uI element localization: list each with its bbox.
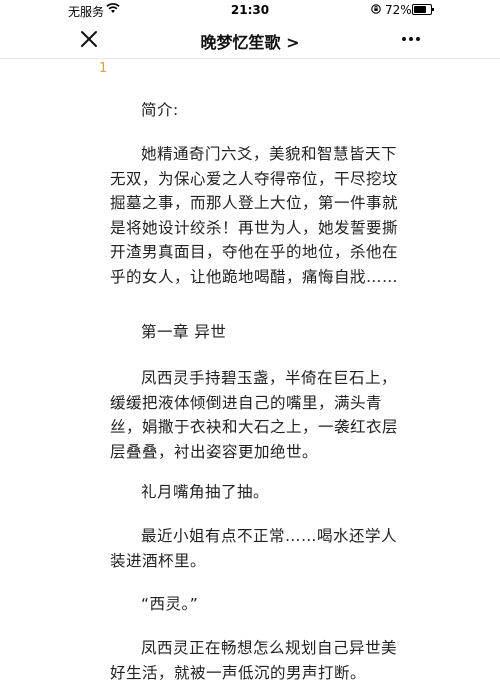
battery-icon: [412, 4, 434, 15]
intro-text: 她精通奇门六爻，美貌和智慧皆天下无双，为保心爱之人夺得帝位，干尽挖坟掘墓之事，而…: [110, 145, 399, 286]
status-bar: 无服务 21:30 72%: [0, 0, 500, 20]
more-icon[interactable]: [400, 30, 422, 48]
chapter-title: 第一章 异世: [141, 323, 227, 341]
nav-bar: 晚梦忆笙歌 >: [0, 20, 500, 59]
battery-fill: [414, 6, 426, 13]
paragraph: 凤西灵手持碧玉盏，半倚在巨石上，缓缓把液体倾倒进自己的嘴里，满头青丝，娟撒于衣袂…: [110, 369, 399, 461]
intro-label: 简介:: [141, 101, 179, 119]
orientation-lock-icon: [371, 4, 381, 14]
page-number: 1: [99, 61, 108, 76]
paragraph: “西灵。”: [141, 595, 199, 613]
paragraph: 凤西灵正在畅想怎么规划自己异世美好生活，就被一声低沉的男声打断。: [110, 639, 398, 682]
paragraph: 最近小姐有点不正常……喝水还学人装进酒杯里。: [110, 527, 398, 570]
battery-percent: 72%: [385, 3, 412, 17]
paragraph: 礼月嘴角抽了抽。: [141, 483, 270, 501]
page-title[interactable]: 晚梦忆笙歌 >: [0, 29, 500, 53]
